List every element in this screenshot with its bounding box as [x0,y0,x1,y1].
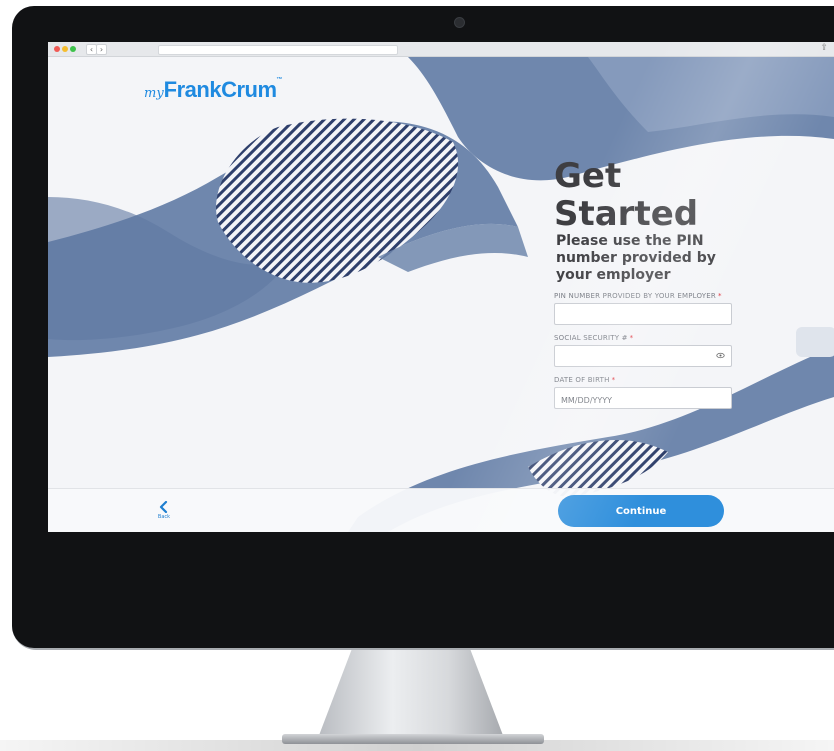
footer-bar: Back Continue [48,488,834,532]
minimize-window-dot[interactable] [62,46,68,52]
dob-field [554,387,732,411]
required-marker: * [717,292,722,300]
monitor-stand-base [282,734,544,744]
chevron-left-icon [159,501,168,513]
logo-trademark: ™ [276,77,283,83]
back-button[interactable]: Back [152,501,176,520]
required-marker: * [611,376,616,384]
get-started-form: Get Started Please use the PIN number pr… [554,157,744,418]
brand-logo: myFrankCrum™ [144,77,283,103]
pin-input[interactable] [555,306,731,327]
monitor-screen: ‹ › ⇪ myFrankCrum™ Get Started Please us… [48,42,834,532]
app-page: myFrankCrum™ Get Started Please use the … [48,57,834,532]
continue-button[interactable]: Continue [558,495,724,527]
monitor-stand-neck [318,650,504,738]
maximize-window-dot[interactable] [70,46,76,52]
camera-icon [454,17,465,28]
ssn-field [554,345,732,369]
ssn-input[interactable] [555,348,731,369]
address-bar[interactable] [158,45,398,55]
ssn-field-label: SOCIAL SECURITY # * [554,334,744,342]
browser-forward-icon[interactable]: › [96,44,107,55]
page-title: Get Started [554,156,699,234]
pin-field [554,303,732,327]
page-subtitle: Please use the PIN number provided by yo… [556,233,716,283]
browser-toolbar: ‹ › ⇪ [48,42,834,57]
logo-name: FrankCrum [163,77,277,102]
ssn-label-text: SOCIAL SECURITY # [554,334,628,342]
close-window-dot[interactable] [54,46,60,52]
pin-label-text: PIN NUMBER PROVIDED BY YOUR EMPLOYER [554,292,716,300]
share-icon[interactable]: ⇪ [820,43,828,53]
back-label: Back [157,514,171,520]
eye-icon[interactable] [716,351,725,360]
pin-field-label: PIN NUMBER PROVIDED BY YOUR EMPLOYER * [554,292,744,300]
dob-label-text: DATE OF BIRTH [554,376,610,384]
dob-input[interactable] [555,390,731,411]
required-marker: * [629,334,634,342]
dob-field-label: DATE OF BIRTH * [554,376,744,384]
logo-prefix: my [144,86,164,101]
